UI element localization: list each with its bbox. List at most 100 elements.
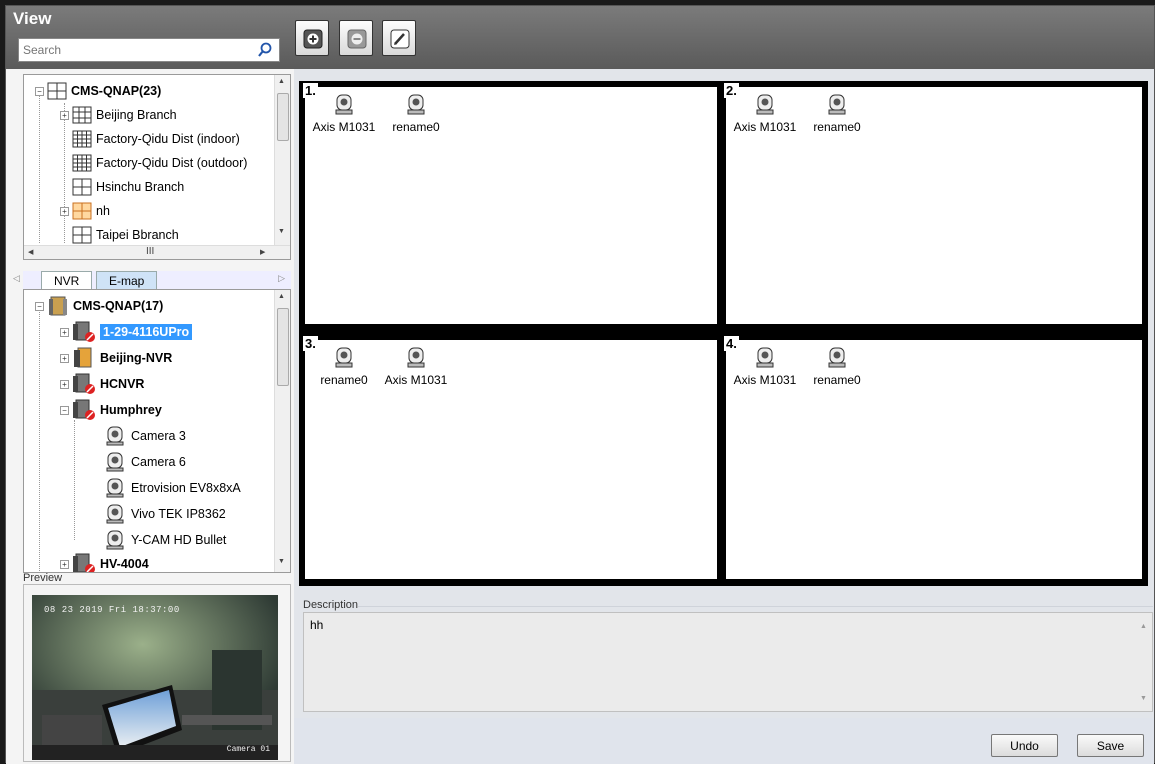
nvr-offline-icon <box>73 321 95 342</box>
add-button[interactable] <box>295 20 329 56</box>
tab-emap[interactable]: E-map <box>96 271 158 289</box>
camera-icon <box>335 347 353 368</box>
view-item-taipei[interactable]: Taipei Bbranch <box>72 223 179 247</box>
tab-scroll-right-icon[interactable]: ▷ <box>278 273 285 284</box>
tab-nvr[interactable]: NVR <box>41 271 93 289</box>
expand-icon[interactable]: + <box>60 379 69 389</box>
grid-4x4-icon <box>72 130 92 148</box>
assigned-camera[interactable]: rename0 <box>802 93 872 134</box>
horizontal-scrollbar[interactable]: ◀ III ▶ <box>24 245 290 259</box>
collapse-icon[interactable]: − <box>35 86 44 96</box>
view-item-label: Taipei Bbranch <box>96 228 179 242</box>
layout-cell-3[interactable]: 3. rename0 Axis M1031 <box>303 336 717 579</box>
description-textarea[interactable]: hh ▲ ▼ <box>303 612 1153 712</box>
assigned-camera[interactable]: rename0 <box>802 346 872 387</box>
view-item-label: Beijing Branch <box>96 108 177 122</box>
app-window: View − CMS-QNAP(23) + <box>5 5 1155 764</box>
save-button[interactable]: Save <box>1077 734 1144 757</box>
nvr-node-humphrey[interactable]: − Humphrey <box>60 398 162 422</box>
camera-icon <box>106 426 124 446</box>
description-label: Description <box>303 599 359 611</box>
view-item-label: Factory-Qidu Dist (outdoor) <box>96 156 248 170</box>
grid-2x2-orange-icon <box>72 202 92 220</box>
nvr-offline-icon <box>73 399 95 420</box>
expand-icon[interactable]: + <box>60 110 69 120</box>
vertical-scrollbar[interactable]: ▲ ▼ <box>274 75 290 245</box>
layout-cell-1[interactable]: 1. Axis M1031 rename0 <box>303 83 717 324</box>
camera-label: Etrovision EV8x8xA <box>131 481 241 495</box>
remove-icon <box>347 29 367 49</box>
camera-icon <box>106 478 124 498</box>
nvr-node-beijing[interactable]: + Beijing-NVR <box>60 346 172 370</box>
edit-button[interactable] <box>382 20 416 56</box>
remove-button[interactable] <box>339 20 373 56</box>
camera-icon <box>756 347 774 368</box>
nvr-node-label-selected: 1-29-4116UPro <box>100 324 193 340</box>
view-item-factory-outdoor[interactable]: Factory-Qidu Dist (outdoor) <box>72 151 247 175</box>
camera-label: Axis M1031 <box>733 120 797 134</box>
view-tree: − CMS-QNAP(23) + Beijing Branch Factory-… <box>23 74 291 260</box>
view-item-factory-indoor[interactable]: Factory-Qidu Dist (indoor) <box>72 127 240 151</box>
camera-label: rename0 <box>813 120 861 134</box>
camera-item[interactable]: Y-CAM HD Bullet <box>104 528 226 552</box>
camera-icon <box>407 347 425 368</box>
nvr-offline-icon <box>73 373 95 394</box>
assigned-camera[interactable]: Axis M1031 <box>381 346 451 387</box>
divider <box>358 606 1153 607</box>
nvr-tree-root[interactable]: − CMS-QNAP(17) <box>35 294 163 318</box>
vertical-scrollbar[interactable]: ▲ ▼ <box>274 290 290 572</box>
expand-icon[interactable]: + <box>60 559 69 569</box>
nvr-node-1-29[interactable]: + 1-29-4116UPro <box>60 320 193 344</box>
assigned-camera[interactable]: rename0 <box>309 346 379 387</box>
nvr-node-label: HCNVR <box>100 377 145 391</box>
nvr-node-hcnvr[interactable]: + HCNVR <box>60 372 144 396</box>
assigned-camera[interactable]: Axis M1031 <box>730 93 800 134</box>
camera-icon <box>106 530 124 550</box>
camera-label: Camera 6 <box>131 455 186 469</box>
search-icon[interactable] <box>257 42 273 58</box>
description-text: hh <box>310 618 324 632</box>
scroll-grip: III <box>146 246 155 257</box>
pencil-icon <box>390 29 410 49</box>
camera-item[interactable]: Camera 6 <box>104 450 186 474</box>
search-box <box>18 38 280 62</box>
layout-cell-4[interactable]: 4. Axis M1031 rename0 <box>724 336 1142 579</box>
view-item-hsinchu[interactable]: Hsinchu Branch <box>72 175 184 199</box>
expand-icon[interactable]: + <box>60 353 69 363</box>
expand-icon[interactable]: + <box>60 206 69 216</box>
camera-icon <box>335 94 353 115</box>
camera-item[interactable]: Camera 3 <box>104 424 186 448</box>
assigned-camera[interactable]: Axis M1031 <box>730 346 800 387</box>
vertical-scrollbar[interactable]: ▲ ▼ <box>1136 613 1152 711</box>
nvr-node-hv4004[interactable]: + HV-4004 <box>60 552 149 572</box>
nvr-node-label: Humphrey <box>100 403 162 417</box>
camera-label: rename0 <box>392 120 440 134</box>
grid-2x2-icon <box>72 226 92 244</box>
camera-label: Camera 3 <box>131 429 186 443</box>
undo-button[interactable]: Undo <box>991 734 1058 757</box>
search-input[interactable] <box>19 39 249 61</box>
top-bar: View <box>6 6 1154 69</box>
grid-4x4-icon <box>72 154 92 172</box>
layout-cell-2[interactable]: 2. Axis M1031 rename0 <box>724 83 1142 324</box>
preview-camera-name: Camera 01 <box>226 745 270 754</box>
assigned-camera[interactable]: Axis M1031 <box>309 93 379 134</box>
tab-scroll-left-icon[interactable]: ◁ <box>13 273 20 284</box>
preview-panel: 08 23 2019 Fri 18:37:00 Camera 01 <box>23 584 291 762</box>
camera-item[interactable]: Etrovision EV8x8xA <box>104 476 241 500</box>
view-tree-root[interactable]: − CMS-QNAP(23) <box>35 79 161 103</box>
assigned-camera[interactable]: rename0 <box>381 93 451 134</box>
expand-icon[interactable]: + <box>60 327 69 337</box>
view-item-nh[interactable]: + nh <box>60 199 110 223</box>
view-item-beijing[interactable]: + Beijing Branch <box>60 103 177 127</box>
collapse-icon[interactable]: − <box>60 405 69 415</box>
camera-preview-image: 08 23 2019 Fri 18:37:00 Camera 01 <box>32 595 278 760</box>
collapse-icon[interactable]: − <box>35 301 44 311</box>
nvr-online-icon <box>74 347 92 368</box>
nvr-node-label: Beijing-NVR <box>100 351 173 365</box>
grid-2x2-icon <box>72 178 92 196</box>
tab-bar: ◁ NVR E-map ▷ <box>13 271 291 289</box>
camera-item[interactable]: Vivo TEK IP8362 <box>104 502 226 526</box>
camera-label: Y-CAM HD Bullet <box>131 533 227 547</box>
grid-view-icon <box>47 82 67 100</box>
